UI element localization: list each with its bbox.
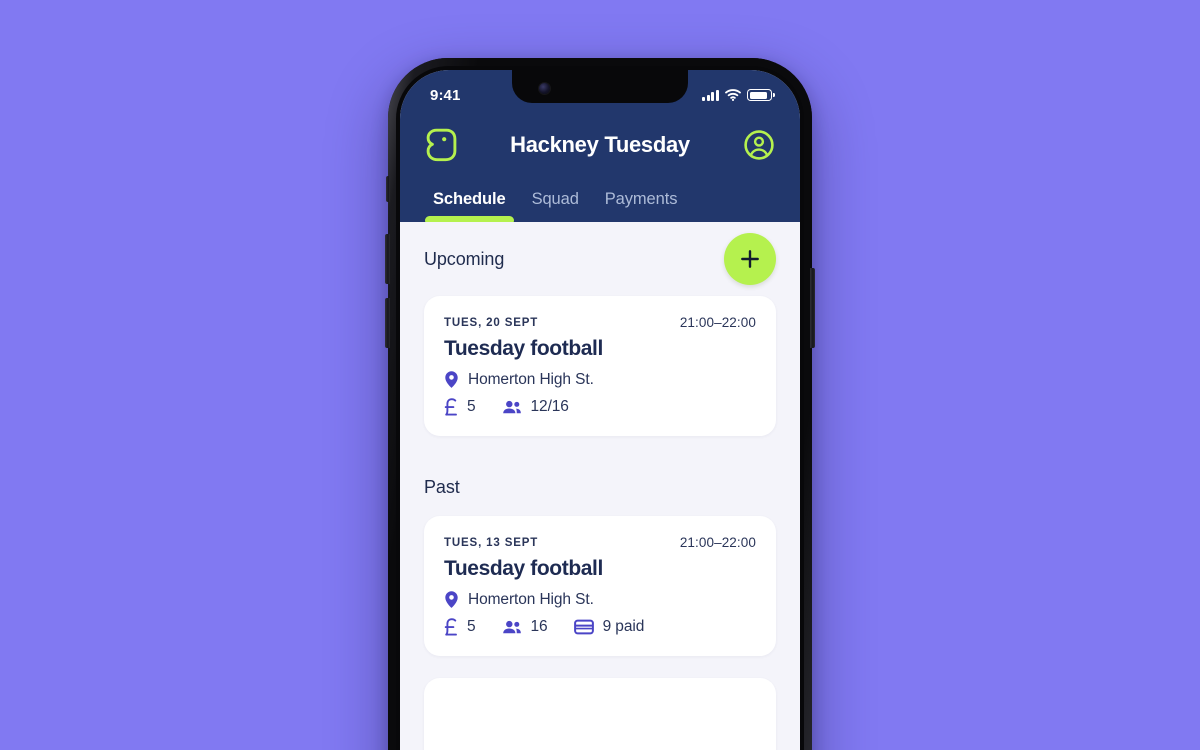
tab-payments[interactable]: Payments bbox=[592, 190, 691, 222]
event-attendees: 12/16 bbox=[502, 398, 569, 416]
phone-device-frame: 9:41 Hackney Tuesday Schedule Squad Paym… bbox=[385, 58, 815, 750]
event-card-next-partial[interactable] bbox=[424, 678, 776, 750]
event-location: Homerton High St. bbox=[468, 590, 594, 608]
app-title-row: Hackney Tuesday bbox=[400, 114, 800, 176]
event-meta-row: 5 16 9 paid bbox=[444, 618, 756, 636]
event-title: Tuesday football bbox=[444, 557, 603, 580]
event-meta-row: 5 12/16 bbox=[444, 398, 756, 416]
event-card-top-row: TUES, 20 SEPT 21:00–22:00 bbox=[444, 315, 756, 330]
tab-schedule-label: Schedule bbox=[433, 190, 506, 208]
event-price: 5 bbox=[444, 618, 476, 636]
people-icon bbox=[502, 400, 522, 415]
event-location: Homerton High St. bbox=[468, 370, 594, 388]
phone-notch bbox=[512, 70, 688, 103]
tab-bar: Schedule Squad Payments bbox=[400, 176, 800, 225]
event-card-top-row: TUES, 13 SEPT 21:00–22:00 bbox=[444, 535, 756, 550]
page-title: Hackney Tuesday bbox=[510, 132, 690, 157]
front-camera-icon bbox=[539, 83, 550, 94]
event-date: TUES, 13 SEPT bbox=[444, 536, 539, 549]
map-pin-icon bbox=[444, 590, 459, 609]
section-title-upcoming: Upcoming bbox=[424, 248, 505, 269]
section-header-upcoming: Upcoming bbox=[424, 222, 776, 296]
event-card-past[interactable]: TUES, 13 SEPT 21:00–22:00 Tuesday footba… bbox=[424, 516, 776, 656]
section-header-past: Past bbox=[424, 458, 776, 516]
volume-up-button[interactable] bbox=[385, 234, 390, 284]
event-title: Tuesday football bbox=[444, 337, 603, 360]
map-pin-icon bbox=[444, 370, 459, 389]
event-date: TUES, 20 SEPT bbox=[444, 316, 539, 329]
event-card-upcoming[interactable]: TUES, 20 SEPT 21:00–22:00 Tuesday footba… bbox=[424, 296, 776, 436]
signal-bars-icon bbox=[702, 89, 719, 101]
status-bar-time: 9:41 bbox=[430, 86, 461, 104]
event-time: 21:00–22:00 bbox=[679, 535, 756, 550]
phone-screen: 9:41 Hackney Tuesday Schedule Squad Paym… bbox=[400, 70, 800, 750]
schedule-list[interactable]: Upcoming TUES, 20 SEPT 21:00–22:00 Tuesd… bbox=[400, 222, 800, 750]
event-attendees-value: 16 bbox=[530, 618, 548, 635]
plus-icon bbox=[741, 250, 759, 268]
wifi-icon bbox=[725, 89, 741, 101]
pound-sign-icon bbox=[444, 618, 458, 636]
tab-payments-label: Payments bbox=[604, 190, 678, 208]
event-time: 21:00–22:00 bbox=[679, 315, 756, 330]
app-logo-icon[interactable] bbox=[424, 128, 458, 162]
power-button[interactable] bbox=[810, 268, 815, 348]
battery-icon bbox=[747, 89, 772, 101]
event-attendees-value: 12/16 bbox=[530, 398, 569, 415]
event-location-row: Homerton High St. bbox=[444, 370, 756, 389]
event-price: 5 bbox=[444, 398, 476, 416]
people-icon bbox=[502, 620, 522, 635]
account-circle-icon[interactable] bbox=[742, 128, 776, 162]
event-price-value: 5 bbox=[467, 398, 476, 415]
status-bar-icons bbox=[702, 89, 772, 101]
section-title-past: Past bbox=[424, 476, 460, 497]
add-event-button[interactable] bbox=[724, 233, 776, 285]
silence-switch[interactable] bbox=[386, 176, 390, 202]
event-attendees: 16 bbox=[502, 618, 548, 636]
volume-down-button[interactable] bbox=[385, 298, 390, 348]
tab-squad[interactable]: Squad bbox=[519, 190, 592, 222]
credit-card-icon bbox=[573, 619, 594, 635]
event-location-row: Homerton High St. bbox=[444, 590, 756, 609]
tab-squad-label: Squad bbox=[531, 190, 579, 208]
event-price-value: 5 bbox=[467, 618, 476, 635]
event-payment-value: 9 paid bbox=[602, 618, 645, 635]
event-payment: 9 paid bbox=[573, 618, 645, 636]
pound-sign-icon bbox=[444, 398, 458, 416]
tab-schedule[interactable]: Schedule bbox=[420, 190, 519, 225]
